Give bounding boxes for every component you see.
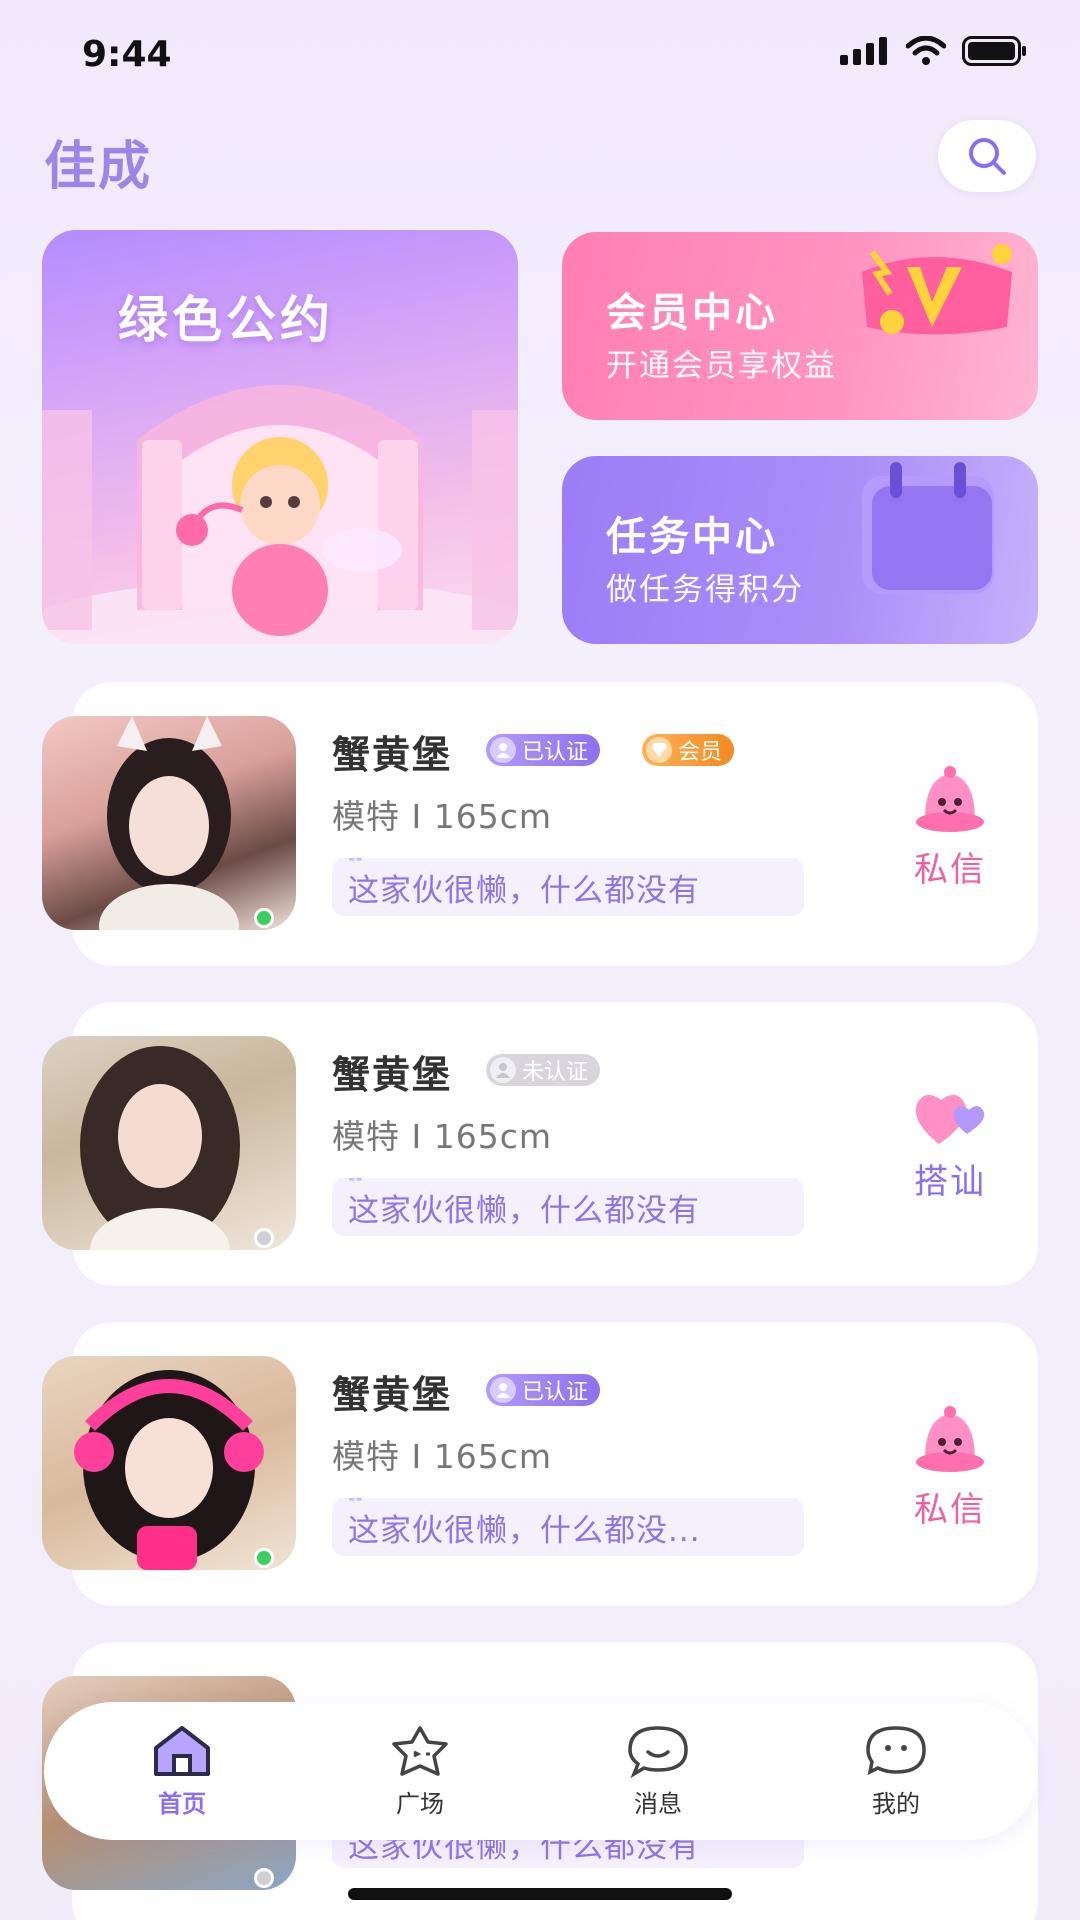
user-bio: “ 这家伙很懒，什么都没有 [332, 858, 804, 916]
verified-badge-label: 已认证 [522, 740, 589, 765]
vip-center-subtitle: 开通会员享权益 [606, 348, 837, 384]
verified-badge: 已认证 [486, 734, 601, 766]
message-button-label: 私信 [914, 850, 986, 890]
nav-item-home[interactable]: 首页 [122, 1724, 242, 1819]
message-button[interactable]: 私信 [890, 764, 1010, 891]
bell-mascot-icon [916, 1406, 984, 1472]
user-icon [490, 737, 516, 763]
message-button[interactable]: 私信 [890, 1404, 1010, 1531]
nav-item-plaza[interactable]: 广场 [360, 1724, 480, 1819]
quote-icon: “ [346, 1498, 367, 1521]
vip-center-title: 会员中心 [606, 290, 778, 336]
calendar-icon [862, 462, 994, 594]
user-name: 蟹黄堡 [332, 1373, 453, 1417]
nav-label-profile: 我的 [872, 1790, 920, 1818]
bell-mascot-icon [916, 766, 984, 832]
status-time: 9:44 [82, 34, 172, 75]
user-meta: 模特 I 165cm [332, 1437, 552, 1476]
user-bio: “ 这家伙很懒，什么都没有 [332, 1178, 804, 1236]
user-meta: 模特 I 165cm [332, 1117, 552, 1156]
cupid-arch-illustration [42, 385, 518, 644]
nav-label-messages: 消息 [634, 1790, 682, 1818]
avatar-portrait [80, 1046, 240, 1250]
greet-button-label: 搭讪 [914, 1162, 986, 1202]
search-button[interactable] [938, 120, 1036, 192]
green-pact-banner[interactable]: 绿色公约 [42, 230, 518, 644]
online-status-dot [254, 1548, 274, 1568]
user-avatar[interactable] [42, 1356, 296, 1570]
unverified-badge-label: 未认证 [522, 1060, 589, 1085]
user-bio-text: 这家伙很懒，什么都没有 [348, 1192, 700, 1229]
verified-badge-label: 已认证 [522, 1380, 589, 1405]
avatar-portrait [99, 716, 239, 930]
vip-badge-icon [862, 244, 1012, 335]
user-meta: 模特 I 165cm [332, 797, 552, 836]
task-center-banner[interactable]: 任务中心 做任务得积分 [562, 456, 1038, 644]
status-icons [840, 36, 1028, 66]
online-status-dot [254, 908, 274, 928]
nav-label-plaza: 广场 [396, 1790, 444, 1818]
bottom-nav: 首页 广场 消息 我的 [44, 1702, 1038, 1840]
user-avatar[interactable] [42, 716, 296, 930]
diamond-icon [646, 737, 672, 763]
task-center-subtitle: 做任务得积分 [606, 572, 804, 608]
user-avatar[interactable] [42, 1036, 296, 1250]
user-bio-text: 这家伙很懒，什么都没... [348, 1512, 701, 1549]
home-indicator [348, 1888, 732, 1900]
home-icon [154, 1726, 210, 1776]
user-bio: “ 这家伙很懒，什么都没... [332, 1498, 804, 1556]
app-title: 佳成 [44, 137, 153, 197]
user-name: 蟹黄堡 [332, 733, 453, 777]
user-icon [490, 1377, 516, 1403]
user-name: 蟹黄堡 [332, 1053, 453, 1097]
star-face-icon [392, 1726, 448, 1776]
message-button-label: 私信 [914, 1490, 986, 1530]
vip-center-banner[interactable]: 会员中心 开通会员享权益 [562, 232, 1038, 420]
offline-status-dot [254, 1868, 274, 1888]
vip-badge: 会员 [642, 734, 735, 766]
greet-button[interactable]: 搭讪 [890, 1086, 1010, 1203]
wifi-icon [906, 36, 946, 65]
profile-bubble-icon [866, 1726, 926, 1776]
user-bio-text: 这家伙很懒，什么都没有 [348, 872, 700, 909]
hearts-icon [915, 1094, 985, 1144]
quote-icon: “ [346, 858, 367, 881]
nav-item-messages[interactable]: 消息 [598, 1724, 718, 1819]
nav-item-profile[interactable]: 我的 [836, 1724, 956, 1819]
quote-icon: “ [346, 1178, 367, 1201]
search-icon [969, 138, 1006, 175]
offline-status-dot [254, 1228, 274, 1248]
avatar-portrait [74, 1370, 264, 1570]
message-icon [628, 1726, 688, 1778]
unverified-badge: 未认证 [486, 1054, 601, 1086]
nav-label-home: 首页 [158, 1790, 206, 1818]
verified-badge: 已认证 [486, 1374, 601, 1406]
user-icon [490, 1057, 516, 1083]
battery-icon [962, 36, 1026, 66]
signal-icon [840, 37, 887, 65]
vip-badge-label: 会员 [678, 740, 723, 765]
task-center-title: 任务中心 [606, 514, 778, 560]
